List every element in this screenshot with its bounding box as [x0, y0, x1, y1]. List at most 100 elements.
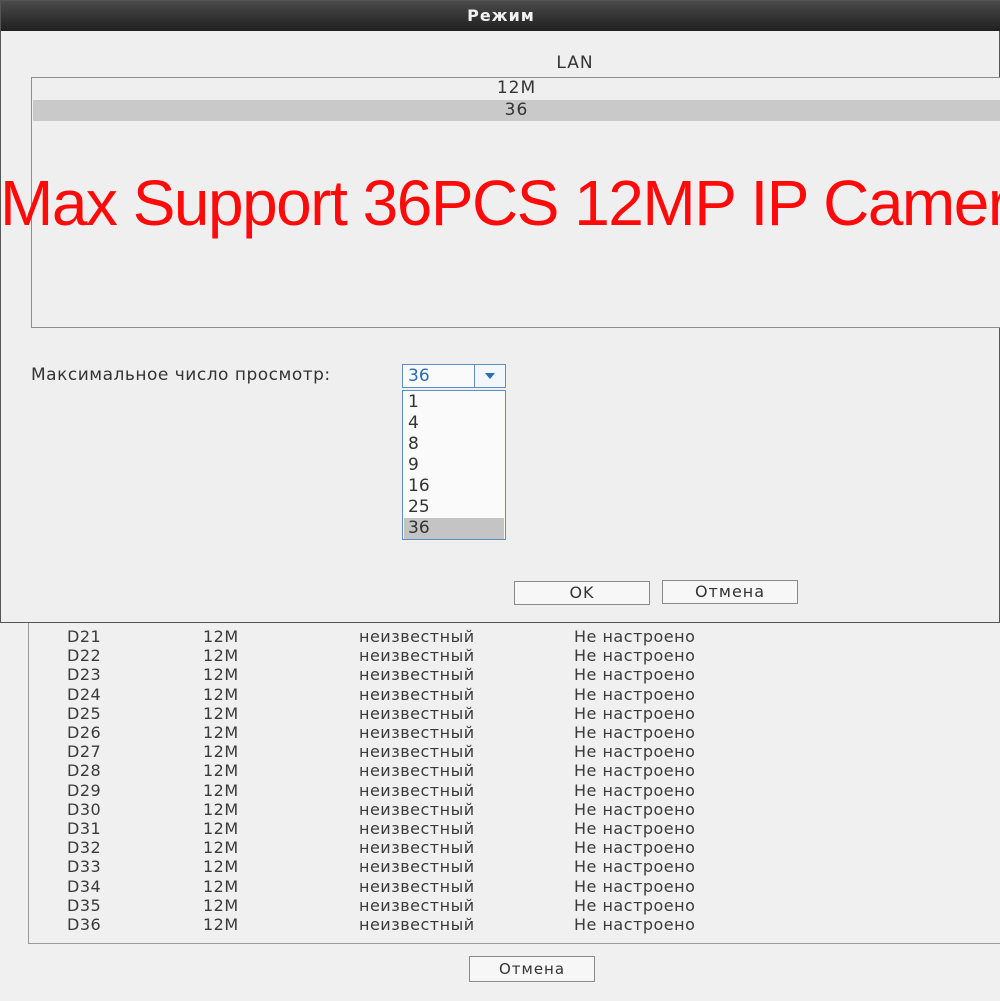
max-view-select[interactable]: 36 [402, 364, 506, 388]
cancel-button[interactable]: Отмена [662, 580, 798, 604]
channel-row[interactable]: D21 12M неизвестный Не настроено [29, 627, 1000, 646]
channel-resolution: 12M [203, 780, 239, 800]
channel-status: Не настроено [574, 857, 696, 877]
channel-status: Не настроено [574, 819, 696, 838]
mode-row-resolution[interactable]: 12M [33, 78, 1000, 99]
channel-row[interactable]: D23 12M неизвестный Не настроено [29, 665, 1000, 684]
max-view-value: 36 [408, 366, 430, 386]
channel-resolution: 12M [203, 627, 239, 646]
mode-row-count[interactable]: 36 [33, 100, 1000, 121]
channel-id: D33 [67, 857, 102, 877]
channel-type: неизвестный [359, 838, 475, 858]
channel-type: неизвестный [359, 819, 475, 838]
channel-status: Не настроено [574, 665, 696, 685]
channel-row[interactable]: D30 12M неизвестный Не настроено [29, 800, 1000, 819]
channel-row[interactable]: D35 12M неизвестный Не настроено [29, 896, 1000, 915]
channel-type: неизвестный [359, 915, 475, 934]
chevron-down-icon [485, 373, 495, 379]
option-16[interactable]: 16 [404, 476, 504, 497]
channel-type: неизвестный [359, 761, 475, 781]
channel-id: D22 [67, 646, 102, 666]
option-8[interactable]: 8 [404, 434, 504, 455]
option-25[interactable]: 25 [404, 497, 504, 518]
channel-id: D32 [67, 838, 102, 858]
channel-resolution: 12M [203, 665, 239, 685]
dialog-title: Режим [1, 1, 1000, 31]
channel-status: Не настроено [574, 703, 696, 723]
channel-id: D26 [67, 723, 102, 742]
channel-status: Не настроено [574, 646, 696, 666]
channel-type: неизвестный [359, 646, 475, 666]
ok-button[interactable]: OK [514, 581, 650, 605]
max-view-options: 1 4 8 9 16 25 36 [402, 390, 506, 540]
channel-row[interactable]: D33 12M неизвестный Не настроено [29, 857, 1000, 876]
channel-type: неизвестный [359, 895, 475, 915]
channel-status: Не настроено [574, 799, 696, 819]
channel-id: D31 [67, 819, 102, 838]
channel-type: неизвестный [359, 780, 475, 800]
channel-type: неизвестный [359, 857, 475, 877]
channel-type: неизвестный [359, 684, 475, 704]
channel-type: неизвестный [359, 799, 475, 819]
channel-type: неизвестный [359, 742, 475, 762]
channel-status: Не настроено [574, 761, 696, 781]
channel-type: неизвестный [359, 723, 475, 742]
channel-resolution: 12M [203, 723, 239, 742]
channel-status: Не настроено [574, 742, 696, 762]
channel-status: Не настроено [574, 723, 696, 742]
channel-row[interactable]: D29 12M неизвестный Не настроено [29, 781, 1000, 800]
channel-window-cancel-button[interactable]: Отмена [469, 956, 595, 982]
channel-type: неизвестный [359, 703, 475, 723]
channel-resolution: 12M [203, 703, 239, 723]
channel-id: D35 [67, 895, 102, 915]
channel-id: D23 [67, 665, 102, 685]
channel-status: Не настроено [574, 838, 696, 858]
channel-row[interactable]: D31 12M неизвестный Не настроено [29, 819, 1000, 838]
channel-resolution: 12M [203, 857, 239, 877]
channel-id: D27 [67, 742, 102, 762]
dropdown-toggle[interactable] [474, 365, 505, 387]
option-36[interactable]: 36 [404, 518, 504, 539]
channel-resolution: 12M [203, 761, 239, 781]
channel-table: D21 12M неизвестный Не настроено D22 12M неизв… [28, 618, 1000, 944]
max-view-label: Максимальное число просмотр: [31, 365, 331, 385]
option-1[interactable]: 1 [404, 392, 504, 413]
channel-type: неизвестный [359, 627, 475, 646]
channel-status: Не настроено [574, 684, 696, 704]
channel-id: D24 [67, 684, 102, 704]
channel-id: D29 [67, 780, 102, 800]
channel-id: D30 [67, 799, 102, 819]
channel-row[interactable]: D26 12M неизвестный Не настроено [29, 723, 1000, 742]
channel-id: D25 [67, 703, 102, 723]
channel-resolution: 12M [203, 646, 239, 666]
channel-status: Не настроено [574, 876, 696, 896]
channel-resolution: 12M [203, 742, 239, 762]
channel-id: D28 [67, 761, 102, 781]
channel-row[interactable]: D32 12M неизвестный Не настроено [29, 838, 1000, 857]
option-9[interactable]: 9 [404, 455, 504, 476]
channel-resolution: 12M [203, 915, 239, 934]
channel-id: D21 [67, 627, 102, 646]
channel-row[interactable]: D25 12M неизвестный Не настроено [29, 704, 1000, 723]
channel-status: Не настроено [574, 915, 696, 934]
channel-status: Не настроено [574, 895, 696, 915]
channel-resolution: 12M [203, 838, 239, 858]
channel-row[interactable]: D24 12M неизвестный Не настроено [29, 685, 1000, 704]
channel-row[interactable]: D36 12M неизвестный Не настроено [29, 915, 1000, 934]
channel-resolution: 12M [203, 684, 239, 704]
channel-row[interactable]: D34 12M неизвестный Не настроено [29, 877, 1000, 896]
channel-resolution: 12M [203, 799, 239, 819]
channel-type: неизвестный [359, 665, 475, 685]
channel-status: Не настроено [574, 627, 696, 646]
channel-resolution: 12M [203, 876, 239, 896]
option-4[interactable]: 4 [404, 413, 504, 434]
channel-type: неизвестный [359, 876, 475, 896]
channel-status: Не настроено [574, 780, 696, 800]
channel-row[interactable]: D28 12M неизвестный Не настроено [29, 761, 1000, 780]
channel-row[interactable]: D27 12M неизвестный Не настроено [29, 742, 1000, 761]
channel-row[interactable]: D22 12M неизвестный Не настроено [29, 646, 1000, 665]
promo-banner: Max Support 36PCS 12MP IP Camera [0, 167, 1000, 239]
mode-list-header: LAN [556, 53, 594, 73]
channel-id: D36 [67, 915, 102, 934]
channel-resolution: 12M [203, 819, 239, 838]
